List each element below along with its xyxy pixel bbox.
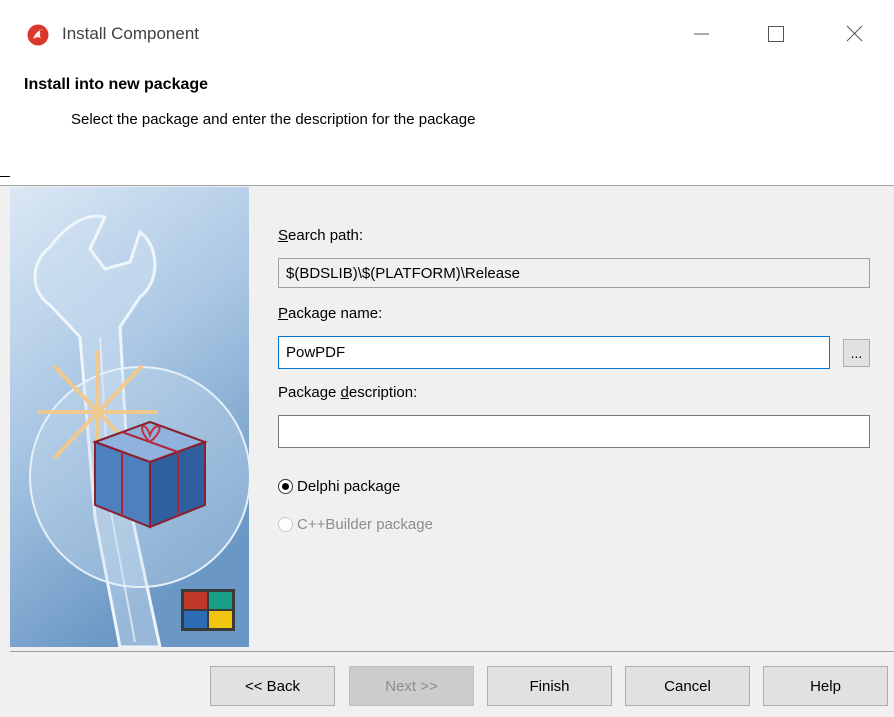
search-path-label: Search path:: [278, 227, 364, 244]
browse-button[interactable]: ...: [843, 339, 870, 367]
package-description-label: Package description:: [278, 384, 418, 401]
page-title: Install into new package: [24, 76, 209, 93]
footer-divider: [10, 651, 894, 652]
delphi-package-radio[interactable]: Delphi package: [278, 478, 400, 495]
radio-unselected-icon[interactable]: [278, 517, 293, 532]
divider: [0, 176, 10, 177]
package-name-input[interactable]: [278, 336, 830, 369]
delphi-package-label: Delphi package: [297, 478, 401, 495]
cpp-builder-package-label: C++Builder package: [297, 516, 433, 533]
window-title: Install Component: [62, 24, 200, 43]
back-button[interactable]: << Back: [210, 666, 335, 706]
title-bar: Install Component: [0, 0, 894, 60]
close-icon[interactable]: [829, 14, 879, 54]
minimize-icon[interactable]: [676, 14, 726, 54]
finish-button[interactable]: Finish: [487, 666, 612, 706]
package-name-label: Package name:: [278, 305, 383, 322]
wizard-header: Install into new package Select the pack…: [0, 60, 894, 186]
maximize-icon[interactable]: [758, 14, 808, 54]
delphi-app-icon: [27, 24, 49, 46]
help-button[interactable]: Help: [763, 666, 888, 706]
cancel-button[interactable]: Cancel: [625, 666, 750, 706]
wizard-side-image: [10, 187, 249, 647]
search-path-field[interactable]: [278, 258, 870, 288]
cpp-builder-package-radio[interactable]: C++Builder package: [278, 516, 433, 533]
page-subtitle: Select the package and enter the descrip…: [71, 111, 476, 128]
next-button[interactable]: Next >>: [349, 666, 474, 706]
radio-selected-icon[interactable]: [278, 479, 293, 494]
package-description-input[interactable]: [278, 415, 870, 448]
